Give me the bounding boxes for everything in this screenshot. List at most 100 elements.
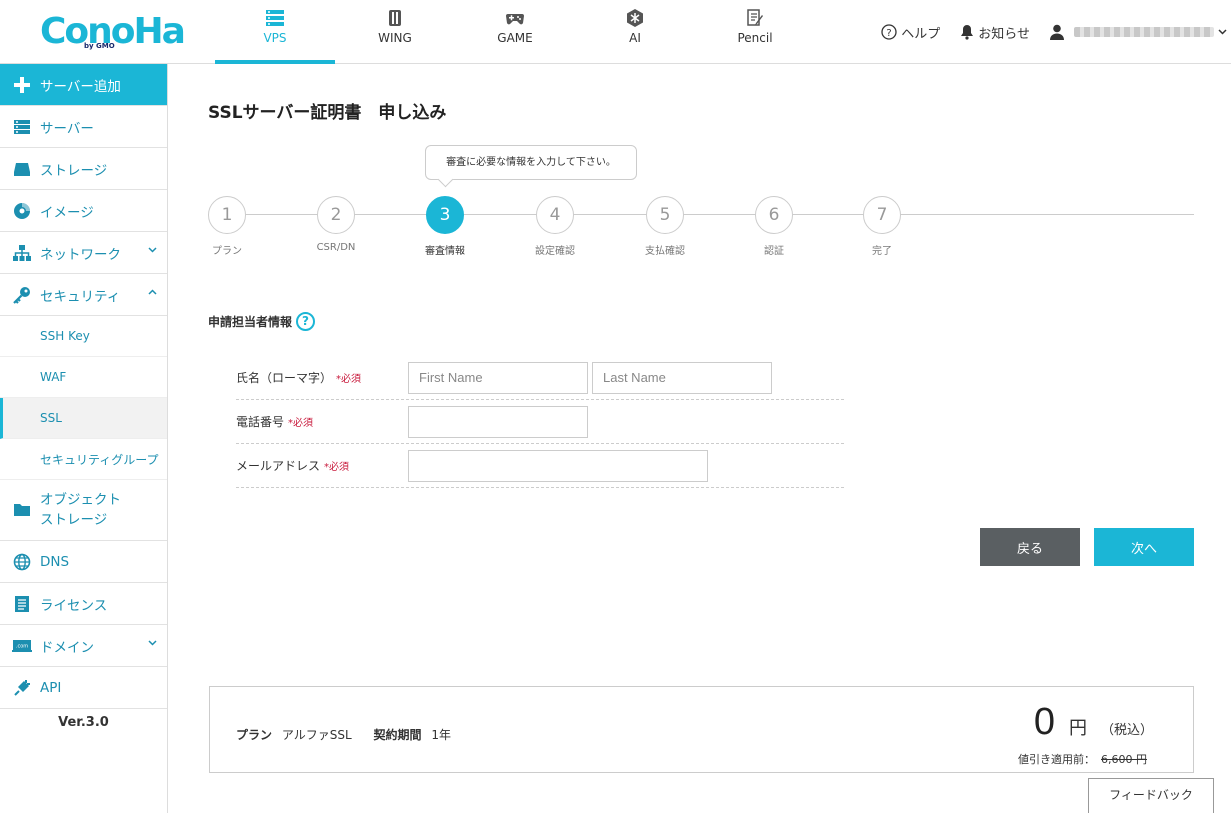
key-icon <box>12 285 32 305</box>
api-plug-icon <box>12 678 32 698</box>
help-link[interactable]: ? ヘルプ <box>881 23 940 42</box>
tab-game-label: GAME <box>497 31 533 45</box>
gamepad-icon <box>506 14 524 25</box>
step-number: 2 <box>317 196 355 234</box>
applicant-form: 氏名（ローマ字）*必須 電話番号*必須 メールアドレス*必須 <box>236 356 844 488</box>
sidebar-item-label: オブジェクト ストレージ <box>40 490 121 530</box>
tab-vps[interactable]: VPS <box>215 0 335 64</box>
sidebar-item-server[interactable]: サーバー <box>0 106 167 148</box>
step-label: 審査情報 <box>425 246 465 257</box>
phone-input[interactable] <box>408 405 588 438</box>
step-label: 認証 <box>764 246 784 257</box>
required-mark: *必須 <box>324 462 350 473</box>
step-2: 2 CSR/DN <box>296 196 376 253</box>
conoha-logo[interactable]: ConoHa by GMO <box>40 12 186 52</box>
email-row: メールアドレス *必須 <box>236 444 844 488</box>
phone-row: 電話番号 *必須 <box>236 400 844 444</box>
step-number: 5 <box>646 196 684 234</box>
globe-icon <box>12 552 32 572</box>
svg-text:?: ? <box>887 28 892 39</box>
phone-label: 電話番号 <box>236 415 285 429</box>
sidebar-item-network[interactable]: ネットワーク <box>0 232 167 274</box>
object-storage-line1: オブジェクト <box>40 492 121 508</box>
sidebar-item-api[interactable]: API <box>0 667 167 709</box>
step-number: 3 <box>426 196 464 234</box>
step-4: 4 設定確認 <box>515 196 595 257</box>
sidebar-item-label: セキュリティ <box>40 288 121 305</box>
sidebar-item-label: ドメイン <box>40 639 94 656</box>
sidebar-item-label: DNS <box>40 553 70 570</box>
step-label: 設定確認 <box>535 246 575 257</box>
step-3-active: 3 審査情報 <box>405 196 485 257</box>
sidebar-item-security[interactable]: セキュリティ <box>0 274 167 316</box>
user-menu[interactable] <box>1050 24 1231 40</box>
step-number: 6 <box>755 196 793 234</box>
step-label: 完了 <box>872 246 892 257</box>
sidebar-subitem-ssh-key[interactable]: SSH Key <box>0 316 167 357</box>
sidebar-item-dns[interactable]: DNS <box>0 541 167 583</box>
step-6: 6 認証 <box>734 196 814 257</box>
image-disc-icon <box>12 201 32 221</box>
server-icon <box>266 10 284 26</box>
step-label: 支払確認 <box>645 246 685 257</box>
user-icon <box>1050 24 1064 40</box>
pre-discount-label: 値引き適用前： <box>1018 753 1095 766</box>
sidebar-subitem-security-group[interactable]: セキュリティグループ <box>0 439 167 480</box>
sidebar-item-object-storage[interactable]: オブジェクト ストレージ <box>0 480 167 541</box>
sidebar-item-label: イメージ <box>40 204 94 221</box>
tab-wing-label: WING <box>378 31 412 45</box>
sidebar-subitem-ssl[interactable]: SSL <box>0 398 167 439</box>
server-icon <box>12 117 32 137</box>
tab-pencil[interactable]: Pencil <box>695 0 815 64</box>
required-mark: *必須 <box>336 374 362 385</box>
tab-wing[interactable]: WING <box>335 0 455 64</box>
first-name-input[interactable] <box>408 361 588 394</box>
svg-text:.com: .com <box>16 643 28 649</box>
plan-summary: プラン アルファSSL 契約期間 1年 <box>236 726 451 743</box>
sidebar-item-storage[interactable]: ストレージ <box>0 148 167 190</box>
sidebar-item-image[interactable]: イメージ <box>0 190 167 232</box>
sidebar-item-license[interactable]: ライセンス <box>0 583 167 625</box>
step-number: 7 <box>863 196 901 234</box>
back-button[interactable]: 戻る <box>980 528 1080 566</box>
sidebar-item-label: サーバー <box>40 120 94 137</box>
feedback-button[interactable]: フィードバック <box>1088 778 1214 813</box>
notice-link[interactable]: お知らせ <box>960 23 1030 42</box>
price-value: 0 <box>1033 701 1055 743</box>
term-label: 契約期間 <box>373 728 422 742</box>
add-server-button[interactable]: サーバー追加 <box>0 64 167 106</box>
step-number: 1 <box>208 196 246 234</box>
name-row: 氏名（ローマ字） *必須 <box>236 356 844 400</box>
network-icon <box>12 243 32 263</box>
tab-game[interactable]: GAME <box>455 0 575 64</box>
sidebar-subitem-waf[interactable]: WAF <box>0 357 167 398</box>
sidebar-item-domain[interactable]: .com ドメイン <box>0 625 167 667</box>
service-nav: VPS WING GAME AI Pencil <box>215 0 815 64</box>
last-name-input[interactable] <box>592 361 772 394</box>
storage-icon <box>12 159 32 179</box>
step-5: 5 支払確認 <box>625 196 705 257</box>
tax-note: （税込） <box>1100 723 1153 738</box>
help-question-icon[interactable]: ? <box>296 312 316 331</box>
logo-sub: by GMO <box>84 42 115 50</box>
email-input[interactable] <box>408 449 708 482</box>
user-name-redacted <box>1074 27 1214 37</box>
step-tooltip: 審査に必要な情報を入力して下さい。 <box>425 145 637 180</box>
sidebar-item-label: ライセンス <box>40 597 108 614</box>
price-total: 0 円 （税込） <box>1034 701 1153 744</box>
next-button[interactable]: 次へ <box>1094 528 1194 566</box>
plan-label: プラン <box>236 728 273 742</box>
price-currency: 円 <box>1068 718 1087 739</box>
required-mark: *必須 <box>288 418 314 429</box>
ai-icon <box>627 9 643 27</box>
name-label: 氏名（ローマ字） <box>236 371 333 385</box>
top-bar: ConoHa by GMO VPS WING GAME AI Pencil ? … <box>0 0 1231 64</box>
pre-discount-price: 値引き適用前： 6,600 円 <box>1018 751 1147 767</box>
plus-icon <box>12 75 32 95</box>
tab-ai[interactable]: AI <box>575 0 695 64</box>
help-label: ヘルプ <box>901 26 941 42</box>
name-label-wrap: 氏名（ローマ字） *必須 <box>236 369 408 386</box>
version-label: Ver.3.0 <box>58 715 109 730</box>
add-server-label: サーバー追加 <box>40 78 121 95</box>
top-right: ? ヘルプ お知らせ <box>881 0 1231 64</box>
